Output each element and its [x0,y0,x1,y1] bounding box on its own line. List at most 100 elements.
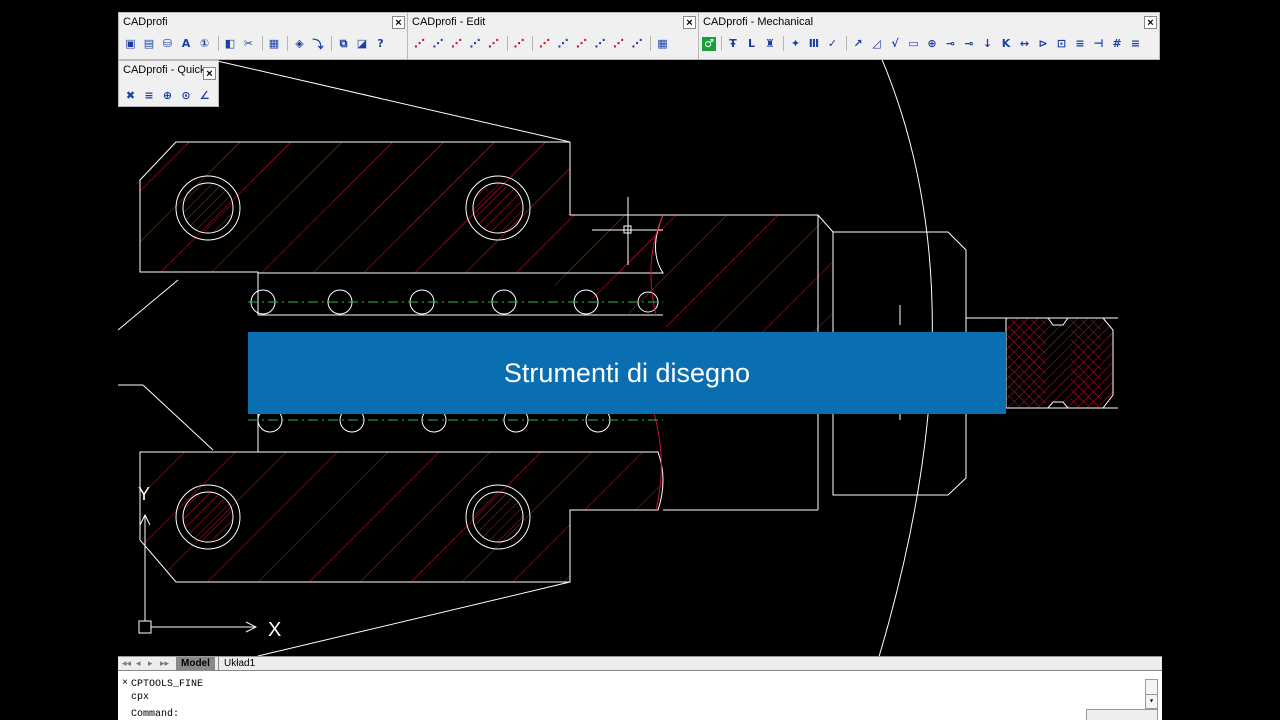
toolbar-separator [532,36,533,51]
tab-layout1[interactable]: Układ1 [218,657,261,670]
command-history-line: CPTOOLS_FINE [131,679,204,690]
main-tool-icon[interactable]: ◧ [222,35,239,52]
main-tool-icon[interactable]: ◈ [291,35,308,52]
toolbar-separator [650,36,651,51]
main-tool-icon[interactable]: ▦ [266,35,283,52]
toolbar-cadprofi-edit[interactable]: CADprofi - Edit × ⋰ ⋰ ⋰ ⋰ ⋰ ⋰ ⋰ ⋰ ⋰ ⋰ ⋰ ⋰ ▦ [407,12,699,60]
toolbar-close-button[interactable]: × [683,16,696,29]
command-close-icon[interactable]: × [122,678,128,689]
y-axis-label: Y [138,484,150,504]
banner-text: Strumenti di disegno [503,357,751,388]
mechanical-tool-icon[interactable]: √ [887,35,904,52]
toolbar-title: CADprofi - Mechanical [703,16,814,28]
toolbar-title: CADprofi - Edit [412,16,486,28]
mechanical-tool-icon[interactable]: ⊕ [924,35,941,52]
tab-model[interactable]: Model [176,657,215,670]
mechanical-tool-icon[interactable]: K [998,35,1015,52]
toolbar-close-button[interactable]: × [203,67,216,80]
main-tool-icon[interactable]: A [178,35,195,52]
tab-nav-first-button[interactable]: ◂◂ [122,658,131,669]
scroll-up-button[interactable] [1146,680,1157,695]
toolbar-icons: ▣ ▤ ⛁ A ① ◧ ✂ ▦ ◈ ⤵ ⧉ ◪? [122,35,391,52]
toolbar-cadprofi-mechanical[interactable]: CADprofi - Mechanical × ♂ Ŧ L ♜ ✦ Ⅲ ✓ ↗ ◿ √ ▭ ⊕ ⊸ ⊸ ↓ K… [698,12,1160,60]
mechanical-tool-icon[interactable]: ♂ [702,36,716,51]
title-banner: Strumenti di disegno [248,332,1006,414]
mechanical-tool-icon[interactable]: ≡ [1127,35,1144,52]
quick-tool-icon[interactable]: ⊙ [178,87,195,104]
mechanical-tool-icon[interactable]: ≡ [1072,35,1089,52]
edit-tool-icon[interactable]: ⋰ [430,35,447,52]
edit-tool-icon[interactable]: ⋰ [610,35,627,52]
mechanical-tool-icon[interactable]: ♜ [762,35,779,52]
tab-nav-prev-button[interactable]: ◂ [136,658,141,669]
toolbar-cadprofi[interactable]: CADprofi × ▣ ▤ ⛁ A ① ◧ ✂ ▦ ◈ ⤵ ⧉ ◪? [118,12,408,60]
toolbar-icons: ♂ Ŧ L ♜ ✦ Ⅲ ✓ ↗ ◿ √ ▭ ⊕ ⊸ ⊸ ↓ K ↔ ⊳ ⊡ ≡ ⊣ # ≡ [702,35,1146,52]
edit-tool-icon[interactable]: ⋰ [448,35,465,52]
main-tool-icon[interactable]: ◪ [354,35,371,52]
main-tool-icon[interactable]: ? [372,35,389,52]
toolbar-title: CADprofi [123,16,168,28]
edit-tool-icon[interactable]: ⋰ [511,35,528,52]
mechanical-tool-icon[interactable]: ◿ [868,35,885,52]
horizontal-scrollbar[interactable] [1086,709,1158,720]
mechanical-tool-icon[interactable]: ↓ [979,35,996,52]
command-window[interactable]: × CPTOOLS_FINE cpx Command: ▾ [118,670,1162,720]
scroll-down-button[interactable]: ▾ [1146,695,1157,708]
mechanical-tool-icon[interactable]: ↔ [1016,35,1033,52]
toolbar-separator [331,36,332,51]
main-tool-icon[interactable]: ⧉ [335,35,352,52]
toolbar-separator [845,36,847,51]
edit-tool-icon[interactable]: ⋰ [536,35,553,52]
quick-tool-icon[interactable]: ≡ [141,87,158,104]
edit-tool-icon[interactable]: ⋰ [467,35,484,52]
main-tool-icon[interactable]: ⛁ [159,35,176,52]
command-scrollbar[interactable]: ▾ [1145,679,1158,709]
toolbar-separator [720,36,722,51]
toolbar-icons: ✖ ≡ ⊕ ⊙ ∠ [122,87,215,104]
edit-tool-icon[interactable]: ⋰ [629,35,646,52]
toolbar-close-button[interactable]: × [1144,16,1157,29]
toolbar-cadprofi-quick[interactable]: CADprofi - Quick × ✖ ≡ ⊕ ⊙ ∠ [118,60,219,107]
toolbar-title: CADprofi - Quick [123,64,206,76]
edit-tool-icon[interactable]: ▦ [654,35,671,52]
mechanical-tool-icon[interactable]: ↗ [850,35,867,52]
mechanical-tool-icon[interactable]: Ŧ [725,35,742,52]
cad-application: X Y CADprofi × ▣ ▤ ⛁ A ① ◧ ✂ ▦ ◈ ⤵ ⧉ ◪? CADprofi - … [118,0,1162,720]
tab-nav-last-button[interactable]: ▸▸ [160,658,169,669]
mechanical-tool-icon[interactable]: ⊸ [942,35,959,52]
toolbar-separator [287,36,288,51]
main-tool-icon[interactable]: ⤵ [310,35,327,52]
tab-nav-next-button[interactable]: ▸ [148,658,153,669]
command-prompt[interactable]: Command: [131,709,179,720]
command-history-line: cpx [131,692,150,703]
main-tool-icon[interactable]: ✂ [240,35,257,52]
mechanical-tool-icon[interactable]: ✦ [787,35,804,52]
mechanical-tool-icon[interactable]: L [743,35,760,52]
mechanical-tool-icon[interactable]: ⊸ [961,35,978,52]
main-tool-icon[interactable]: ▤ [141,35,158,52]
edit-tool-icon[interactable]: ⋰ [555,35,572,52]
toolbar-icons: ⋰ ⋰ ⋰ ⋰ ⋰ ⋰ ⋰ ⋰ ⋰ ⋰ ⋰ ⋰ ▦ [411,35,673,52]
edit-tool-icon[interactable]: ⋰ [592,35,609,52]
quick-tool-icon[interactable]: ⊕ [159,87,176,104]
mechanical-tool-icon[interactable]: # [1109,35,1126,52]
mechanical-tool-icon[interactable]: ⊳ [1035,35,1052,52]
main-tool-icon[interactable]: ▣ [122,35,139,52]
quick-tool-icon[interactable]: ✖ [122,87,139,104]
x-axis-label: X [268,619,281,641]
main-tool-icon[interactable]: ① [196,35,213,52]
mechanical-tool-icon[interactable]: ⊡ [1053,35,1070,52]
edit-tool-icon[interactable]: ⋰ [411,35,428,52]
edit-tool-icon[interactable]: ⋰ [485,35,502,52]
mechanical-tool-icon[interactable]: ▭ [905,35,922,52]
toolbar-separator [217,36,219,51]
toolbar-close-button[interactable]: × [392,16,405,29]
toolbar-separator [783,36,784,51]
mechanical-tool-icon[interactable]: ✓ [824,35,841,52]
quick-tool-icon[interactable]: ∠ [196,87,213,104]
layout-tab-bar: ◂◂ ◂ ▸ ▸▸ Model Układ1 [118,656,1162,671]
mechanical-tool-icon[interactable]: ⊣ [1090,35,1107,52]
edit-tool-icon[interactable]: ⋰ [573,35,590,52]
toolbar-separator [506,36,508,51]
mechanical-tool-icon[interactable]: Ⅲ [806,35,823,52]
